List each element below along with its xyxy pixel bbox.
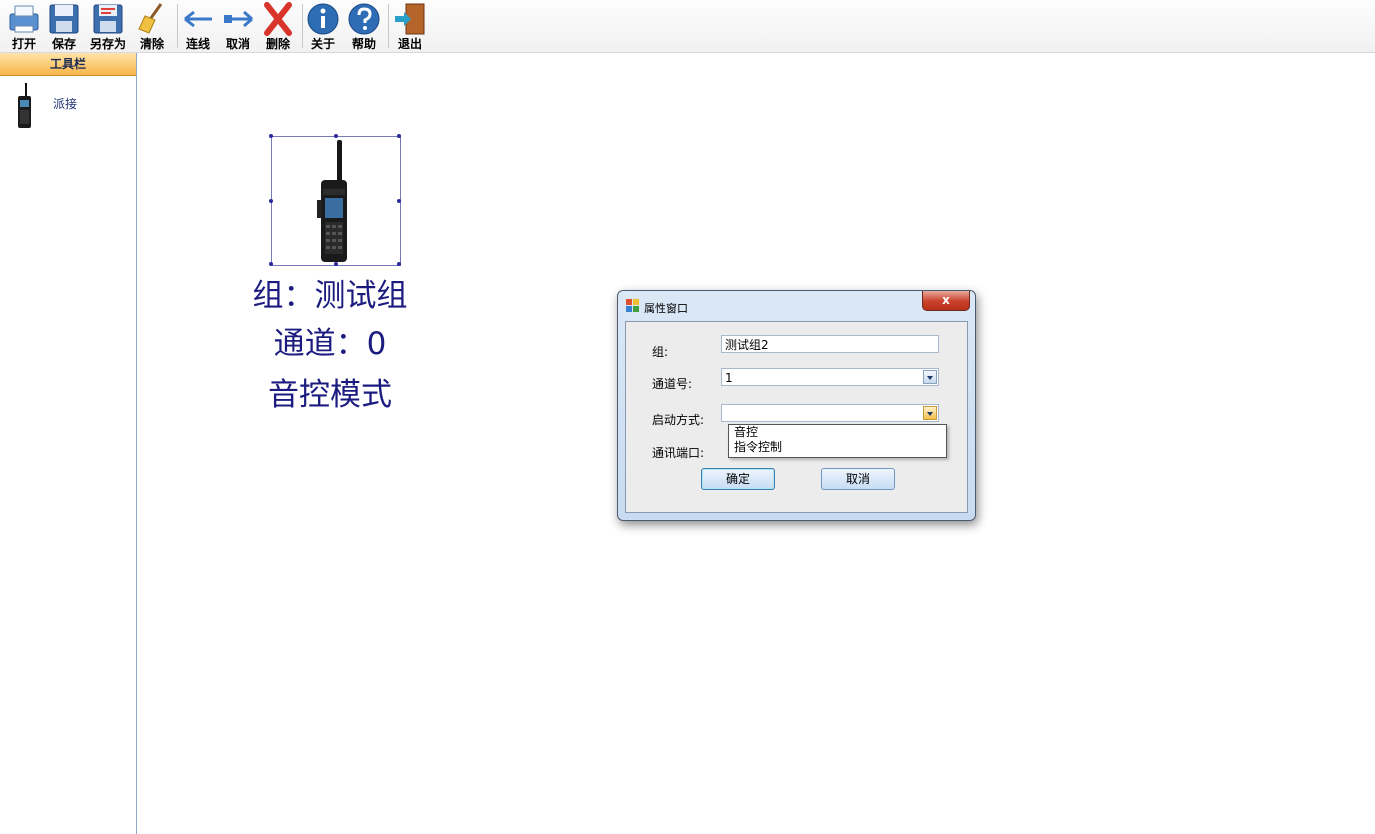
dialog-title: 属性窗口 — [644, 302, 688, 315]
cancel-button[interactable]: 取消 — [821, 468, 895, 490]
help-label: 帮助 — [351, 37, 376, 51]
resize-handle[interactable] — [397, 134, 401, 138]
help-icon — [348, 3, 380, 35]
clear-label: 清除 — [139, 37, 164, 51]
walkie-talkie-icon — [18, 83, 31, 128]
node-mode-text: 音控模式 — [268, 377, 392, 413]
connect-label: 连线 — [185, 37, 210, 51]
toolbar: 打开 保存 另存为 清除 连线 取消 删除 关于 帮助 退出 — [0, 0, 1375, 53]
exit-door-icon — [395, 3, 425, 35]
save-as-label: 另存为 — [89, 37, 126, 51]
node-channel-text: 通道：0 — [273, 326, 387, 362]
connect-button[interactable]: 连线 — [180, 0, 216, 52]
radio-node[interactable] — [269, 134, 401, 266]
resize-handle[interactable] — [397, 262, 401, 266]
toolbar-separator — [302, 4, 303, 48]
exit-label: 退出 — [397, 37, 422, 51]
about-button[interactable]: 关于 — [305, 0, 341, 52]
option-command-control[interactable]: 指令控制 — [729, 440, 946, 455]
save-disk-icon — [49, 4, 79, 34]
window-icon — [626, 299, 639, 312]
start-mode-label: 启动方式: — [652, 413, 705, 427]
channel-label: 通道号: — [652, 377, 693, 391]
arrow-right-icon — [224, 10, 253, 28]
resize-handle[interactable] — [269, 134, 273, 138]
resize-handle[interactable] — [334, 262, 338, 266]
sidebar-header: 工具栏 — [0, 53, 136, 76]
sidebar-toolbox: 工具栏 派接 — [0, 53, 137, 834]
close-button[interactable]: x — [922, 291, 970, 311]
sidebar-item-label: 派接 — [53, 97, 78, 111]
delete-label: 删除 — [265, 37, 290, 51]
resize-handle[interactable] — [269, 199, 273, 203]
port-label: 通讯端口: — [652, 446, 705, 460]
resize-handle[interactable] — [269, 262, 273, 266]
start-mode-select[interactable] — [721, 404, 939, 422]
toolbar-separator — [177, 4, 178, 48]
broom-icon — [138, 3, 163, 34]
start-mode-options: 音控 指令控制 — [728, 424, 947, 458]
ok-button[interactable]: 确定 — [701, 468, 775, 490]
resize-handle[interactable] — [334, 134, 338, 138]
channel-select[interactable]: 1 — [721, 368, 939, 386]
cancel-link-button[interactable]: 取消 — [219, 0, 257, 52]
option-voice-control[interactable]: 音控 — [729, 425, 946, 440]
save-label: 保存 — [51, 37, 76, 51]
group-field[interactable]: 测试组2 — [721, 335, 939, 353]
arrow-left-icon — [184, 10, 212, 28]
exit-button[interactable]: 退出 — [391, 0, 429, 52]
cancel-link-label: 取消 — [225, 37, 250, 51]
help-button[interactable]: 帮助 — [345, 0, 383, 52]
group-label: 组: — [652, 345, 669, 359]
chevron-down-icon[interactable] — [923, 370, 937, 384]
sidebar-item-dispatch[interactable]: 派接 — [0, 79, 136, 131]
save-as-button[interactable]: 另存为 — [86, 0, 130, 52]
toolbar-separator — [388, 4, 389, 48]
info-icon — [307, 3, 339, 35]
about-label: 关于 — [310, 37, 335, 51]
channel-select-value: 1 — [725, 371, 733, 385]
open-button[interactable]: 打开 — [5, 0, 43, 52]
save-as-disk-icon — [93, 4, 123, 34]
red-x-icon — [264, 2, 292, 36]
properties-dialog: 属性窗口 x 组: 测试组2 通道号: 1 启动方式: 通讯端口: 音控 指令控… — [617, 290, 976, 521]
open-label: 打开 — [11, 37, 36, 51]
open-printer-icon — [9, 5, 39, 33]
node-group-text: 组：测试组 — [252, 278, 408, 314]
clear-button[interactable]: 清除 — [133, 0, 171, 52]
dialog-body: 组: 测试组2 通道号: 1 启动方式: 通讯端口: 音控 指令控制 确定 取消 — [625, 321, 968, 513]
delete-button[interactable]: 删除 — [260, 0, 296, 52]
walkie-talkie-icon — [317, 140, 347, 262]
chevron-down-icon[interactable] — [923, 406, 937, 420]
save-button[interactable]: 保存 — [45, 0, 83, 52]
resize-handle[interactable] — [397, 199, 401, 203]
